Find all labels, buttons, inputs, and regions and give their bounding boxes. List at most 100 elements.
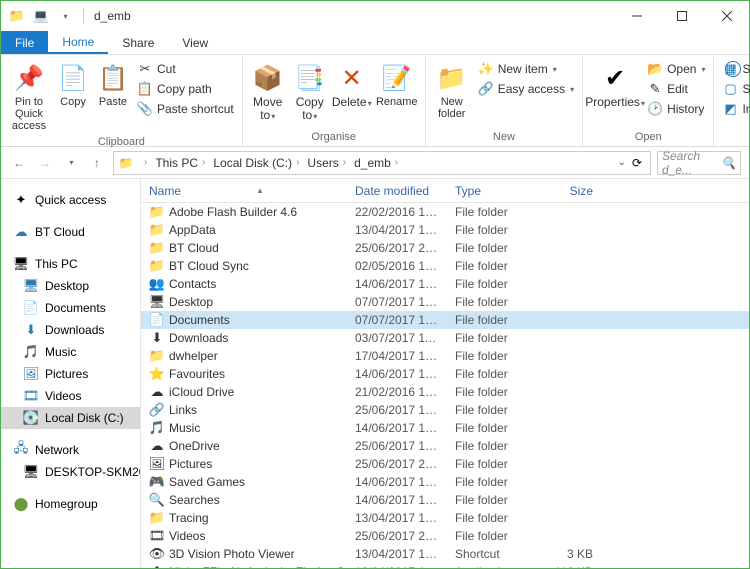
- nav-desktop[interactable]: 🖥Desktop: [1, 275, 140, 297]
- pin-quick-access-button[interactable]: 📌 Pin to Quick access: [7, 60, 51, 134]
- file-row[interactable]: ⬇Downloads03/07/2017 11:23File folder: [141, 329, 749, 347]
- file-name: Adobe Flash Builder 4.6: [169, 205, 297, 219]
- file-name: Videos: [169, 529, 205, 543]
- nav-network[interactable]: 🖧Network: [1, 439, 140, 461]
- homegroup-icon: ⬤: [13, 496, 29, 512]
- file-type: File folder: [447, 475, 541, 489]
- maximize-button[interactable]: [659, 1, 704, 31]
- column-name[interactable]: Name▲: [141, 184, 347, 198]
- rename-button[interactable]: 📝Rename: [375, 60, 419, 110]
- file-row[interactable]: 📁dwhelper17/04/2017 16:37File folder: [141, 347, 749, 365]
- file-row[interactable]: 🔍Searches14/06/2017 19:08File folder: [141, 491, 749, 509]
- easy-access-button[interactable]: 🔗Easy access▾: [476, 80, 576, 98]
- move-to-button[interactable]: 📦Move to▾: [249, 60, 287, 124]
- breadcrumb-item[interactable]: Users›: [303, 156, 350, 170]
- tab-view[interactable]: View: [168, 31, 222, 54]
- nav-bt-cloud[interactable]: ☁BT Cloud: [1, 221, 140, 243]
- file-row[interactable]: 🎮Saved Games14/06/2017 19:08File folder: [141, 473, 749, 491]
- nav-pictures[interactable]: 🖼Pictures: [1, 363, 140, 385]
- paste-shortcut-button[interactable]: 📎Paste shortcut: [135, 100, 236, 118]
- file-size: 416 KB: [541, 565, 601, 568]
- file-row[interactable]: 📁Tracing13/04/2017 15:33File folder: [141, 509, 749, 527]
- copy-path-button[interactable]: 📋Copy path: [135, 80, 236, 98]
- file-date: 22/02/2016 17:30: [347, 205, 447, 219]
- computer-icon[interactable]: 💻: [31, 6, 51, 26]
- file-name: AppData: [169, 223, 216, 237]
- file-row[interactable]: 📁AppData13/04/2017 14:32File folder: [141, 221, 749, 239]
- file-row[interactable]: ⬇Ninite 7Zip Air Audacity Firefox Google…: [141, 563, 749, 568]
- select-none-button[interactable]: ▢Select none: [720, 80, 750, 98]
- tab-share[interactable]: Share: [108, 31, 168, 54]
- tab-file[interactable]: File: [1, 31, 48, 54]
- breadcrumb-item[interactable]: This PC›: [151, 156, 209, 170]
- file-row[interactable]: 👥Contacts14/06/2017 19:08File folder: [141, 275, 749, 293]
- minimize-button[interactable]: [614, 1, 659, 31]
- file-row[interactable]: 🎵Music14/06/2017 19:08File folder: [141, 419, 749, 437]
- downloads-icon: ⬇: [23, 322, 39, 338]
- file-row[interactable]: 📁BT Cloud25/06/2017 20:03File folder: [141, 239, 749, 257]
- history-button[interactable]: 🕑History: [645, 100, 707, 118]
- file-row[interactable]: 📁BT Cloud Sync02/05/2016 17:25File folde…: [141, 257, 749, 275]
- delete-button[interactable]: ✕Delete▾: [333, 60, 371, 111]
- copy-button[interactable]: 📄 Copy: [55, 60, 91, 110]
- cut-button[interactable]: ✂Cut: [135, 60, 236, 78]
- file-row[interactable]: ☁OneDrive25/06/2017 19:52File folder: [141, 437, 749, 455]
- file-row[interactable]: 📄Documents07/07/2017 17:35File folder: [141, 311, 749, 329]
- new-folder-button[interactable]: 📁New folder: [432, 60, 472, 122]
- chevron-down-icon[interactable]: ▾: [55, 6, 75, 26]
- file-row[interactable]: 🖥Desktop07/07/2017 17:43File folder: [141, 293, 749, 311]
- invert-selection-button[interactable]: ◩Invert selection: [720, 100, 750, 118]
- paste-button[interactable]: 📋 Paste: [95, 60, 131, 110]
- file-row[interactable]: 📁Adobe Flash Builder 4.622/02/2016 17:30…: [141, 203, 749, 221]
- edit-button[interactable]: ✎Edit: [645, 80, 707, 98]
- file-name: BT Cloud Sync: [169, 259, 249, 273]
- tab-home[interactable]: Home: [48, 31, 108, 54]
- paste-icon: 📋: [97, 62, 129, 94]
- forward-button[interactable]: →: [35, 153, 55, 173]
- music-icon: 🎵: [23, 344, 39, 360]
- nav-this-pc[interactable]: 🖥This PC: [1, 253, 140, 275]
- file-type: File folder: [447, 331, 541, 345]
- nav-local-disk[interactable]: 💽Local Disk (C:): [1, 407, 140, 429]
- open-button[interactable]: 📂Open▾: [645, 60, 707, 78]
- properties-button[interactable]: ✔Properties▾: [589, 60, 641, 111]
- nav-music[interactable]: 🎵Music: [1, 341, 140, 363]
- file-row[interactable]: 🎞Videos25/06/2017 20:23File folder: [141, 527, 749, 545]
- documents-icon: 📄: [23, 300, 39, 316]
- refresh-button[interactable]: ⟳: [628, 156, 646, 170]
- crumb-root-chevron[interactable]: ›: [136, 157, 151, 168]
- file-row[interactable]: ⭐Favourites14/06/2017 19:08File folder: [141, 365, 749, 383]
- column-date[interactable]: Date modified: [347, 184, 447, 198]
- folder-icon: 📁: [116, 156, 136, 170]
- address-dropdown-button[interactable]: ⌄: [618, 157, 626, 168]
- copy-to-button[interactable]: 📑Copy to▾: [291, 60, 329, 124]
- close-button[interactable]: [704, 1, 749, 31]
- file-row[interactable]: 🔗Links25/06/2017 19:52File folder: [141, 401, 749, 419]
- new-item-button[interactable]: ✨New item▾: [476, 60, 576, 78]
- breadcrumb-item[interactable]: d_emb›: [350, 156, 402, 170]
- nav-videos[interactable]: 🎞Videos: [1, 385, 140, 407]
- address-bar[interactable]: 📁 › This PC› Local Disk (C:)› Users› d_e…: [113, 151, 651, 175]
- column-size[interactable]: Size: [541, 184, 601, 198]
- file-icon: 🔗: [149, 402, 165, 418]
- help-icon[interactable]: ?: [725, 61, 741, 77]
- nav-network-computer[interactable]: 🖥DESKTOP-SKM20LT: [1, 461, 140, 483]
- column-type[interactable]: Type: [447, 184, 541, 198]
- file-row[interactable]: 👁3D Vision Photo Viewer13/04/2017 15:33S…: [141, 545, 749, 563]
- file-type: Shortcut: [447, 547, 541, 561]
- copy-path-icon: 📋: [137, 81, 153, 97]
- recent-locations-button[interactable]: ▾: [61, 153, 81, 173]
- nav-quick-access[interactable]: ✦Quick access: [1, 189, 140, 211]
- nav-downloads[interactable]: ⬇Downloads: [1, 319, 140, 341]
- file-date: 13/04/2017 14:56: [347, 565, 447, 568]
- up-button[interactable]: ↑: [87, 153, 107, 173]
- file-row[interactable]: 🖼Pictures25/06/2017 20:00File folder: [141, 455, 749, 473]
- nav-homegroup[interactable]: ⬤Homegroup: [1, 493, 140, 515]
- file-icon: 🎞: [149, 528, 165, 544]
- search-input[interactable]: Search d_e... 🔍: [657, 151, 741, 175]
- back-button[interactable]: ←: [9, 153, 29, 173]
- breadcrumb-item[interactable]: Local Disk (C:)›: [209, 156, 303, 170]
- nav-documents[interactable]: 📄Documents: [1, 297, 140, 319]
- folder-icon[interactable]: 📁: [7, 6, 27, 26]
- file-row[interactable]: ☁iCloud Drive21/02/2016 14:36File folder: [141, 383, 749, 401]
